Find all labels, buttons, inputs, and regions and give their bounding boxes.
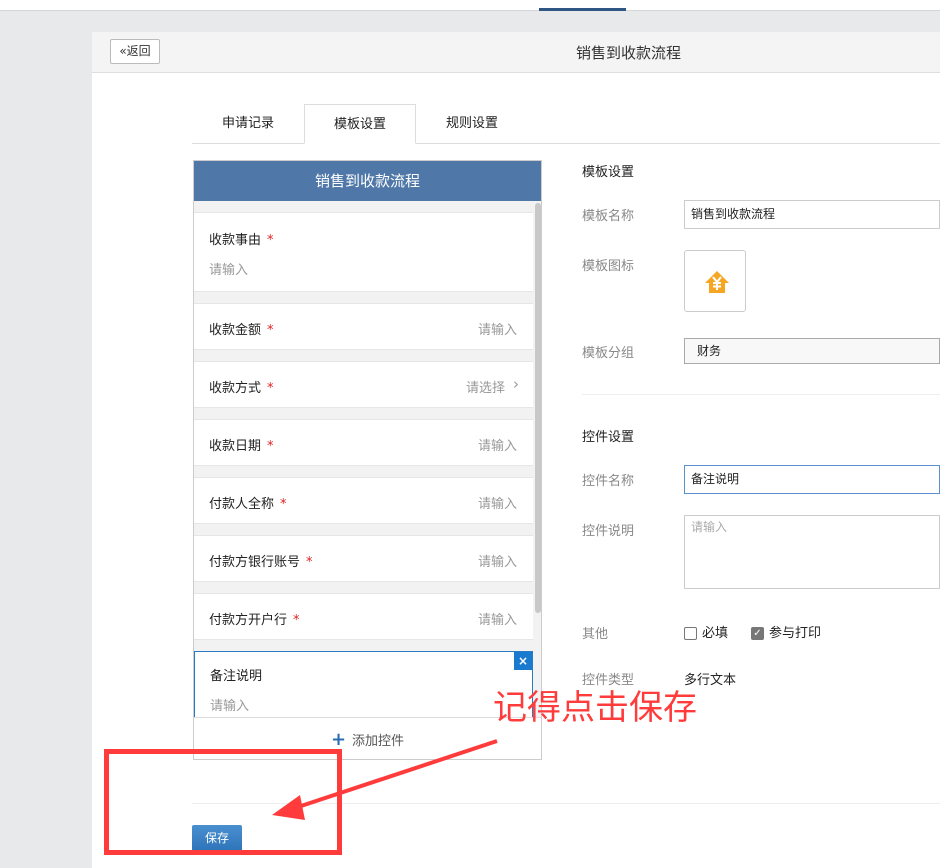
annotation-arrow-icon xyxy=(272,739,498,820)
